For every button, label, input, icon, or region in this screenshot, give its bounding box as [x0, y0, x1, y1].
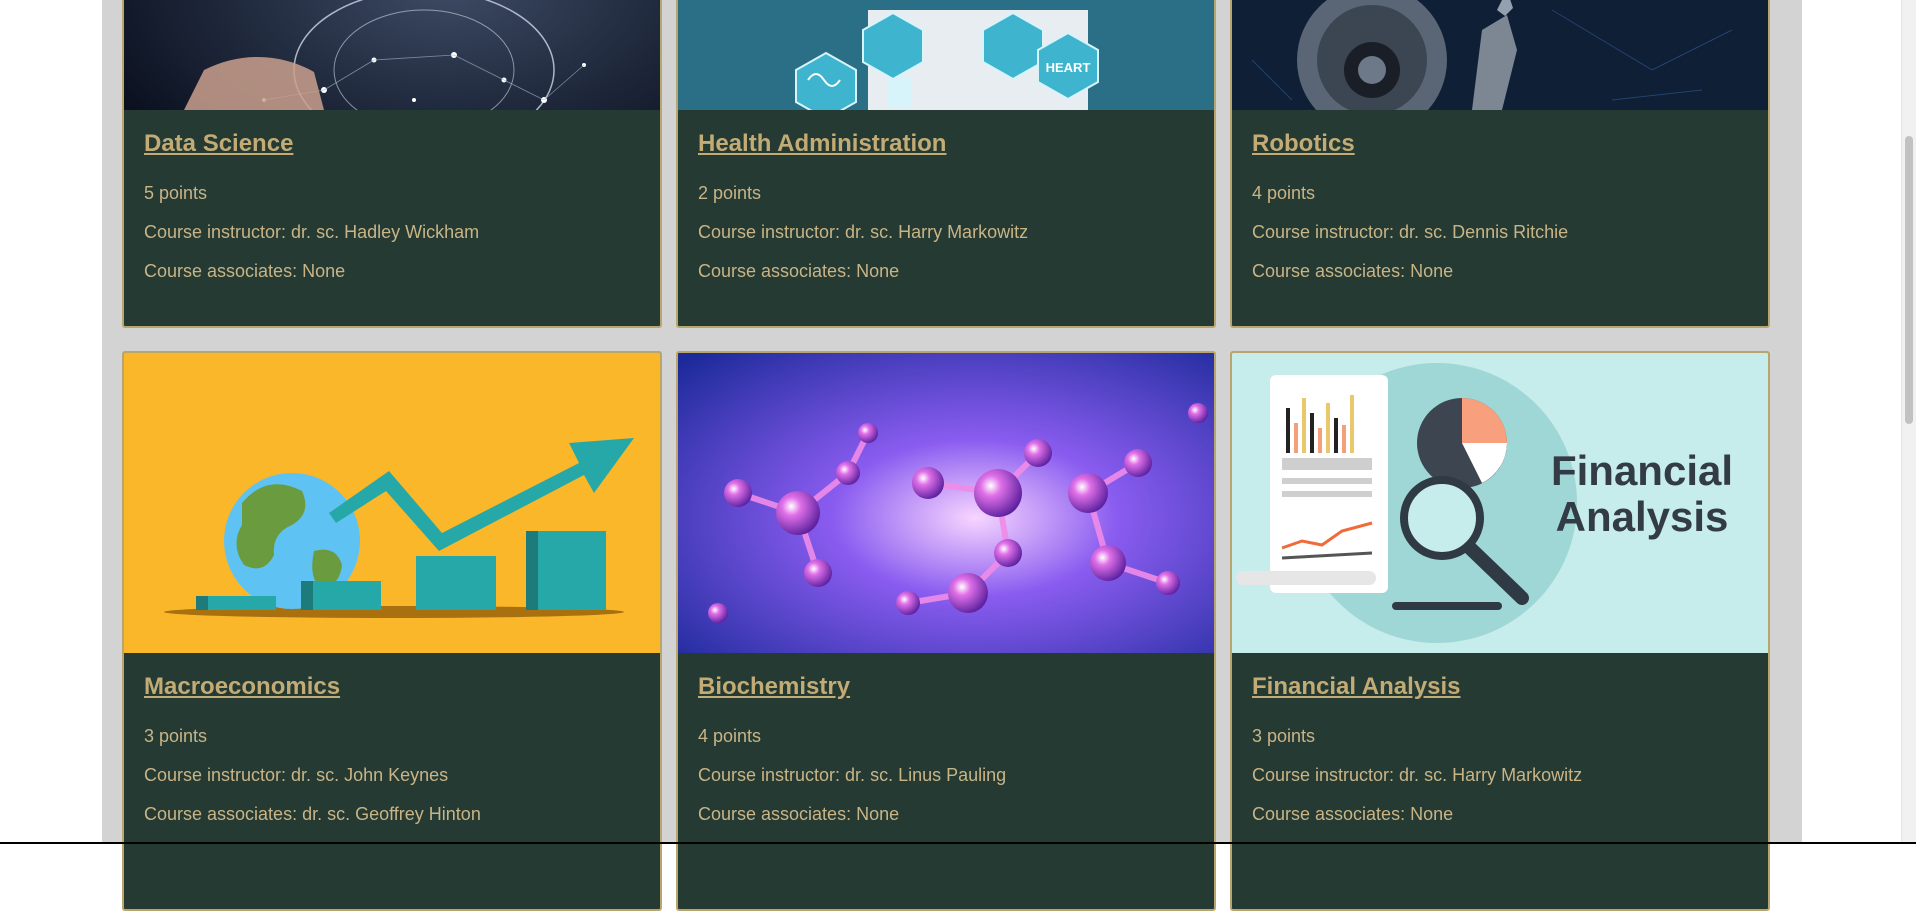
course-associates: Course associates: None — [698, 261, 900, 281]
course-title-link[interactable]: Data Science — [144, 130, 293, 158]
course-instructor: Course instructor: dr. sc. Hadley Wickha… — [144, 222, 480, 242]
course-associates: Course associates: None — [144, 261, 346, 281]
course-points: 4 points — [698, 726, 762, 746]
course-associates: Course associates: None — [1252, 261, 1454, 281]
course-points: 3 points — [1252, 726, 1316, 746]
course-instructor: Course instructor: dr. sc. John Keynes — [144, 765, 449, 785]
course-title-link[interactable]: Robotics — [1252, 130, 1355, 158]
vertical-scrollbar[interactable] — [1901, 0, 1916, 844]
course-image-health-administration: HEART — [678, 0, 1214, 110]
course-card-data-science: Data Science 5 points Course instructor:… — [122, 0, 662, 328]
course-title-link[interactable]: Health Administration — [698, 130, 946, 158]
course-associates: Course associates: None — [698, 804, 900, 824]
course-image-macroeconomics — [124, 353, 660, 653]
course-points: 4 points — [1252, 183, 1316, 203]
course-card-health-administration: HEART Health Administration 2 points Cou… — [676, 0, 1216, 328]
course-image-financial-analysis: Financial Analysis — [1232, 353, 1768, 653]
course-title-link[interactable]: Biochemistry — [698, 673, 850, 701]
course-image-robotics — [1232, 0, 1768, 110]
course-title-link[interactable]: Financial Analysis — [1252, 673, 1461, 701]
course-card-robotics: Robotics 4 points Course instructor: dr.… — [1230, 0, 1770, 328]
course-instructor: Course instructor: dr. sc. Harry Markowi… — [698, 222, 1029, 242]
course-instructor: Course instructor: dr. sc. Linus Pauling — [698, 765, 1007, 785]
course-card-macroeconomics: Macroeconomics 3 points Course instructo… — [122, 351, 662, 911]
course-associates: Course associates: dr. sc. Geoffrey Hint… — [144, 804, 481, 824]
course-instructor: Course instructor: dr. sc. Dennis Ritchi… — [1252, 222, 1569, 242]
image-heart-label: HEART — [1046, 60, 1091, 75]
course-instructor: Course instructor: dr. sc. Harry Markowi… — [1252, 765, 1583, 785]
image-analysis-label: Analysis — [1556, 493, 1729, 540]
scrollbar-thumb[interactable] — [1905, 136, 1913, 424]
course-associates: Course associates: None — [1252, 804, 1454, 824]
course-card-financial-analysis: Financial Analysis Financial Analysis 3 … — [1230, 351, 1770, 911]
course-points: 3 points — [144, 726, 208, 746]
course-points: 5 points — [144, 183, 208, 203]
image-financial-label: Financial — [1551, 447, 1733, 494]
course-image-biochemistry — [678, 353, 1214, 653]
course-image-data-science — [124, 0, 660, 110]
course-points: 2 points — [698, 183, 762, 203]
course-title-link[interactable]: Macroeconomics — [144, 673, 340, 701]
course-card-biochemistry: Biochemistry 4 points Course instructor:… — [676, 351, 1216, 911]
